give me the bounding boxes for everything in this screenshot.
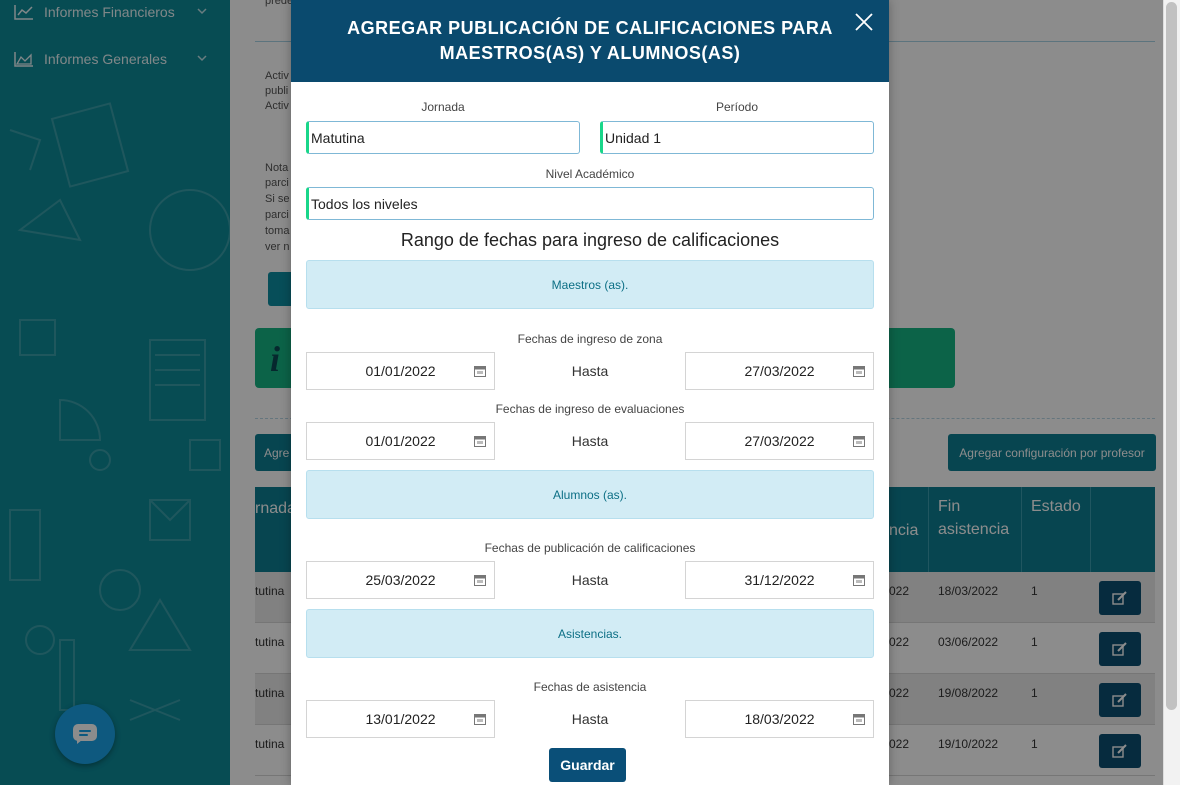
date-value: 27/03/2022	[744, 433, 815, 449]
save-button[interactable]: Guardar	[549, 748, 626, 782]
jornada-select[interactable]: Matutina	[306, 121, 580, 154]
modal-title: AGREGAR PUBLICACIÓN DE CALIFICACIONES PA…	[347, 18, 833, 63]
calendar-icon[interactable]	[853, 365, 865, 377]
publicacion-from-date[interactable]: 25/03/2022	[306, 561, 495, 599]
calendar-icon[interactable]	[474, 435, 486, 447]
periodo-label: Período	[715, 100, 759, 114]
date-value: 25/03/2022	[365, 572, 436, 588]
date-value: 27/03/2022	[744, 363, 815, 379]
calendar-icon[interactable]	[474, 574, 486, 586]
close-icon[interactable]	[853, 11, 875, 33]
evaluaciones-to-date[interactable]: 27/03/2022	[685, 422, 874, 460]
hasta-label: Hasta	[571, 433, 609, 449]
date-row-label: Fechas de publicación de calificaciones	[484, 541, 696, 555]
date-value: 01/01/2022	[365, 433, 436, 449]
date-range-title: Rango de fechas para ingreso de califica…	[400, 230, 780, 250]
scrollbar-thumb[interactable]	[1166, 2, 1177, 710]
evaluaciones-from-date[interactable]: 01/01/2022	[306, 422, 495, 460]
calendar-icon[interactable]	[474, 713, 486, 725]
publicacion-to-date[interactable]: 31/12/2022	[685, 561, 874, 599]
hasta-label: Hasta	[571, 711, 609, 727]
nivel-academico-label: Nivel Académico	[545, 167, 635, 181]
section-alumnos: Alumnos (as).	[306, 470, 874, 519]
date-value: 31/12/2022	[744, 572, 815, 588]
calendar-icon[interactable]	[853, 435, 865, 447]
date-row-label: Fechas de ingreso de zona	[517, 332, 663, 346]
date-value: 13/01/2022	[365, 711, 436, 727]
section-maestros: Maestros (as).	[306, 260, 874, 309]
asistencia-to-date[interactable]: 18/03/2022	[685, 700, 874, 738]
nivel-academico-select[interactable]: Todos los niveles	[306, 187, 874, 220]
hasta-label: Hasta	[571, 572, 609, 588]
calendar-icon[interactable]	[474, 365, 486, 377]
calendar-icon[interactable]	[853, 713, 865, 725]
hasta-label: Hasta	[571, 363, 609, 379]
date-row-label: Fechas de ingreso de evaluaciones	[495, 402, 685, 416]
section-asistencias: Asistencias.	[306, 609, 874, 658]
zona-from-date[interactable]: 01/01/2022	[306, 352, 495, 390]
zona-to-date[interactable]: 27/03/2022	[685, 352, 874, 390]
date-row-label: Fechas de asistencia	[533, 680, 647, 694]
jornada-label: Jornada	[421, 100, 465, 114]
publish-grades-modal: AGREGAR PUBLICACIÓN DE CALIFICACIONES PA…	[291, 0, 889, 785]
periodo-select[interactable]: Unidad 1	[600, 121, 874, 154]
date-value: 01/01/2022	[365, 363, 436, 379]
calendar-icon[interactable]	[853, 574, 865, 586]
date-value: 18/03/2022	[744, 711, 815, 727]
modal-header: AGREGAR PUBLICACIÓN DE CALIFICACIONES PA…	[291, 0, 889, 82]
asistencia-from-date[interactable]: 13/01/2022	[306, 700, 495, 738]
